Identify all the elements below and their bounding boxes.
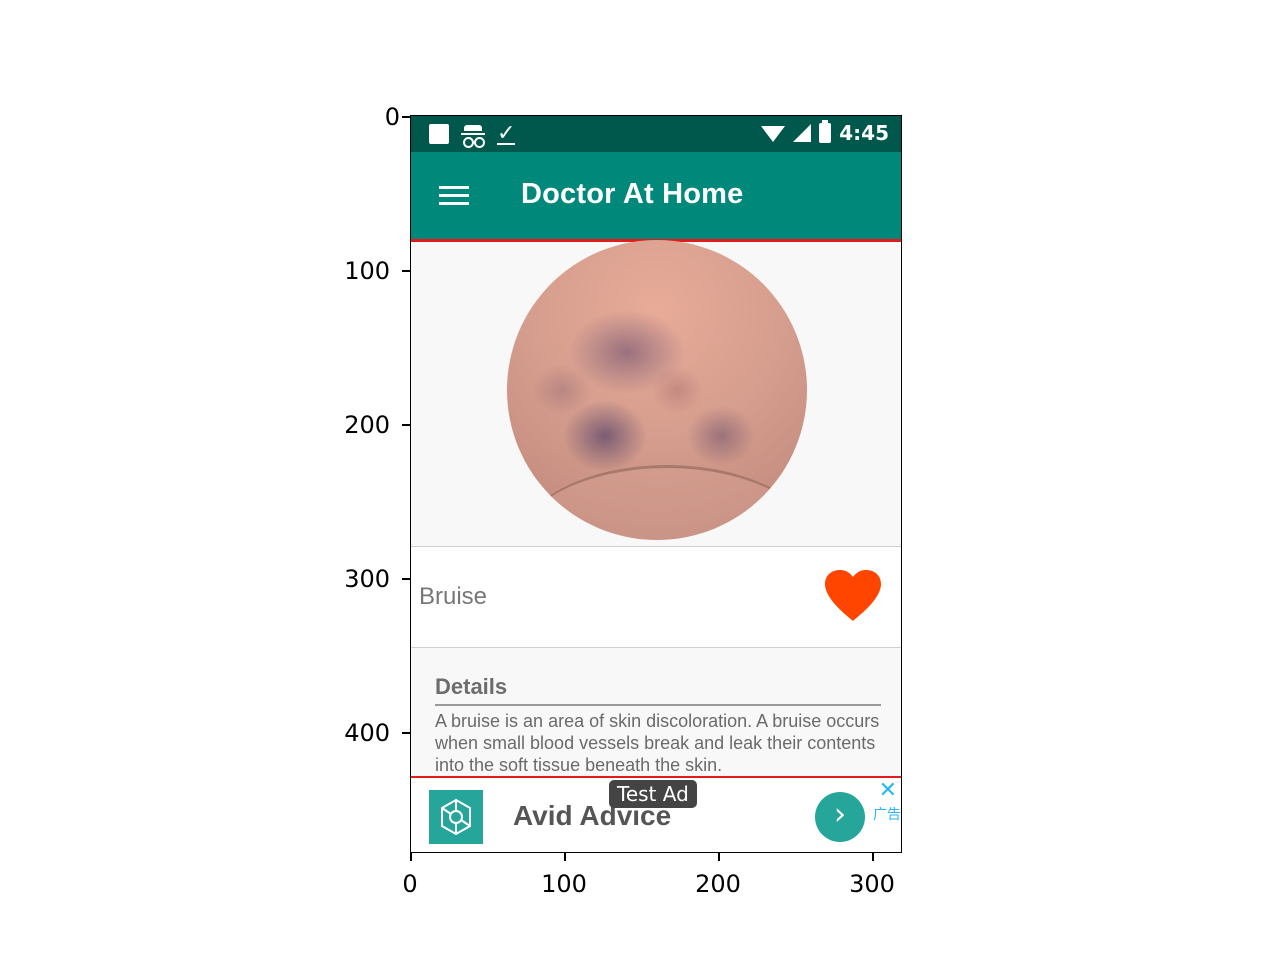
x-tick-0: 0 — [402, 870, 418, 898]
details-text: A bruise is an area of skin discoloratio… — [435, 711, 880, 775]
ad-logo-icon — [429, 790, 483, 844]
page-title: Doctor At Home — [521, 178, 744, 210]
wifi-icon — [761, 126, 786, 142]
condition-name: Bruise — [419, 583, 488, 610]
favorite-heart-icon[interactable] — [821, 567, 885, 623]
details-section: Details A bruise is an area of skin disc… — [411, 648, 901, 776]
ad-label-badge: Test Ad — [609, 780, 697, 808]
x-tick-mark — [410, 853, 412, 861]
ad-arrow-button[interactable]: › — [815, 792, 865, 842]
heart-icon-shape — [825, 570, 881, 621]
y-tick-200: 200 — [344, 411, 390, 439]
ad-logo-shape — [441, 798, 471, 836]
x-tick-mark — [872, 853, 874, 861]
condition-image-section — [411, 240, 901, 547]
condition-photo — [507, 240, 807, 540]
status-right-icons: 4:45 — [761, 120, 889, 145]
details-title: Details — [435, 674, 508, 699]
x-tick-300: 300 — [849, 870, 895, 898]
y-tick-300: 300 — [344, 565, 390, 593]
y-tick-0: 0 — [384, 103, 400, 131]
ad-choice-badge: 广告 — [873, 807, 901, 823]
download-check-icon: ✓ — [497, 121, 516, 146]
status-bar: ✓ 4:45 — [411, 116, 901, 152]
incognito-icon — [461, 123, 485, 148]
ad-close-icon[interactable]: ✕ — [879, 778, 897, 803]
menu-icon[interactable] — [439, 186, 469, 206]
y-tick-mark — [402, 116, 410, 118]
x-tick-100: 100 — [541, 870, 587, 898]
y-tick-mark — [402, 270, 410, 272]
status-time: 4:45 — [839, 121, 889, 145]
y-tick-mark — [402, 732, 410, 734]
phone-screen: ✓ 4:45 Doctor At Home Bruise Details A b… — [410, 115, 902, 853]
y-tick-400: 400 — [344, 719, 390, 747]
x-tick-mark — [564, 853, 566, 861]
x-tick-200: 200 — [695, 870, 741, 898]
y-tick-mark — [402, 578, 410, 580]
square-icon — [429, 124, 449, 144]
status-left-icons: ✓ — [429, 121, 516, 148]
battery-icon — [819, 120, 832, 143]
app-bar: Doctor At Home — [411, 152, 901, 240]
y-tick-100: 100 — [344, 257, 390, 285]
signal-icon — [793, 124, 812, 142]
y-tick-mark — [402, 424, 410, 426]
condition-name-row: Bruise — [411, 547, 901, 648]
details-divider — [435, 704, 881, 706]
ad-banner[interactable]: Avid Advice Test Ad › ✕ 广告 — [411, 778, 901, 852]
x-tick-mark — [718, 853, 720, 861]
